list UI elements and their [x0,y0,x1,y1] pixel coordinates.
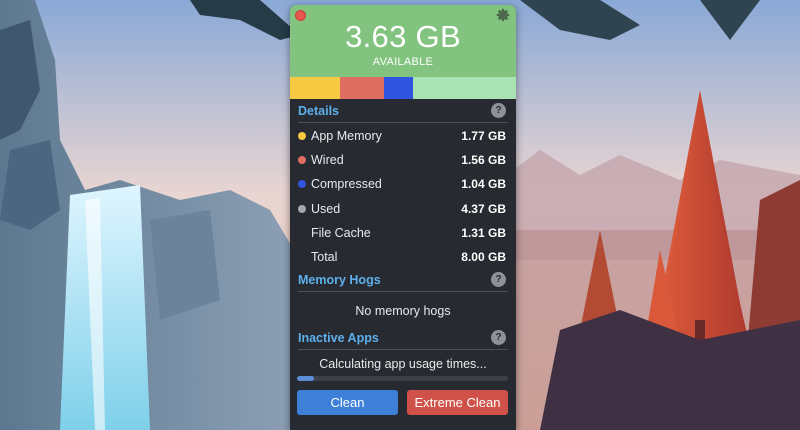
detail-label: Compressed [311,177,382,192]
detail-value: 1.04 GB [461,177,506,192]
clean-button[interactable]: Clean [297,390,398,415]
detail-row-file-cache: File Cache 1.31 GB [298,223,506,243]
detail-value: 1.77 GB [461,129,506,143]
detail-value: 8.00 GB [461,250,506,264]
detail-label: File Cache [311,225,371,240]
available-header: 3.63 GB AVAILABLE [290,5,516,77]
wired-dot-icon [298,156,306,165]
memory-hogs-empty-text: No memory hogs [355,304,451,318]
details-title: Details [298,104,339,118]
compressed-dot-icon [298,180,306,189]
detail-label: Total [311,250,338,264]
detail-value: 1.31 GB [461,225,506,240]
app-memory-dot-icon [298,132,306,140]
used-dot-icon [298,204,306,213]
usage-bar-segment-wired [339,77,384,99]
memory-hogs-help-icon[interactable]: ? [491,272,506,287]
detail-label: Wired [311,153,344,168]
memory-hogs-title: Memory Hogs [298,273,381,287]
detail-label: App Memory [311,129,382,143]
usage-bar-segment-free [413,77,516,99]
detail-row-used: Used 4.37 GB [298,199,506,219]
available-label: AVAILABLE [372,56,434,68]
memory-usage-bar [290,77,516,99]
details-help-icon[interactable]: ? [491,103,506,118]
available-value: 3.63 GB [345,19,461,54]
inactive-apps-status: Calculating app usage times... [319,357,487,371]
detail-label: Used [311,201,341,216]
detail-row-wired: Wired 1.56 GB [298,150,506,170]
details-header: Details ? [298,101,508,123]
usage-bar-segment-app-memory [290,77,340,99]
detail-row-total: Total 8.00 GB [298,247,506,267]
inactive-apps-header: Inactive Apps ? [298,328,508,350]
usage-progress-fill [297,376,314,381]
detail-value: 1.56 GB [461,153,506,168]
inactive-apps-title: Inactive Apps [298,331,379,345]
detail-row-app-memory: App Memory 1.77 GB [298,126,506,146]
detail-value: 4.37 GB [461,201,506,216]
detail-row-compressed: Compressed 1.04 GB [298,174,506,194]
usage-progress-bar [297,376,508,381]
memory-panel: 3.63 GB AVAILABLE Details ? App Memory 1.… [290,5,516,430]
usage-bar-segment-compressed [384,77,414,99]
inactive-apps-help-icon[interactable]: ? [491,330,506,345]
extreme-clean-button[interactable]: Extreme Clean [407,390,508,415]
memory-hogs-header: Memory Hogs ? [298,270,508,292]
